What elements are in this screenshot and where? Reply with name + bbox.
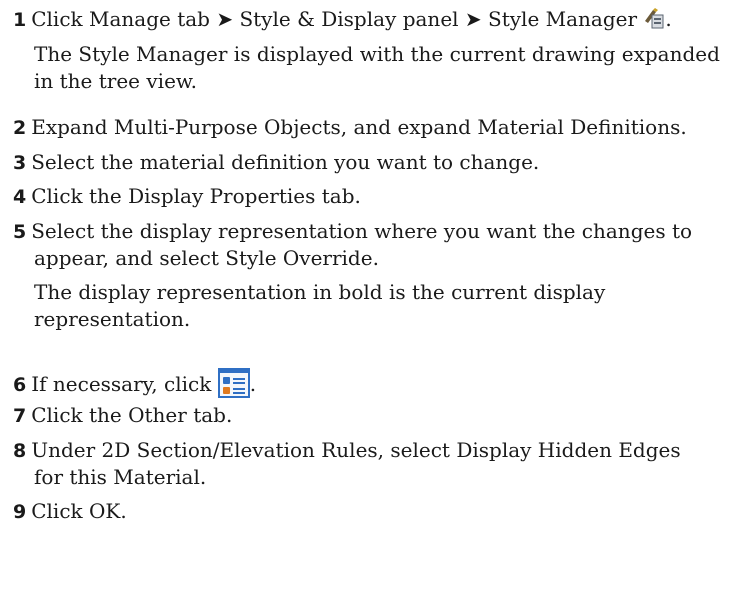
step-3: 3 Select the material definition you want…: [13, 150, 539, 175]
step-8-text-line-2: for this Material.: [34, 465, 207, 489]
step-7: 7 Click the Other tab.: [13, 403, 232, 428]
step-5-note-line-2: representation.: [34, 307, 191, 331]
step-9: 9 Click OK.: [13, 499, 127, 524]
step-text: Click the Other tab.: [31, 403, 233, 427]
step-5-note-line-1: The display representation in bold is th…: [34, 280, 606, 304]
edit-display-properties-icon: [217, 368, 250, 399]
step-text: Click OK.: [31, 499, 127, 523]
step-1-note-line-1: The Style Manager is displayed with the …: [34, 42, 720, 66]
step-2: 2 Expand Multi-Purpose Objects, and expan…: [13, 115, 687, 140]
step-1-note-line-2: in the tree view.: [34, 69, 198, 93]
step-text: If necessary, click: [31, 372, 212, 396]
step-number: 1: [13, 9, 27, 31]
step-number: 6: [13, 374, 27, 396]
step-4: 4 Click the Display Properties tab.: [13, 184, 361, 209]
step-number: 7: [13, 405, 27, 427]
step-number: 9: [13, 501, 27, 523]
step-text-line-1: Under 2D Section/Elevation Rules, select…: [31, 438, 681, 462]
step-text: Select the material definition you want …: [31, 150, 540, 174]
step-5: 5 Select the display representation where…: [13, 219, 692, 244]
step-number: 4: [13, 186, 27, 208]
step-text: Click Manage tab ➤ Style & Display panel…: [31, 7, 638, 31]
step-8: 8 Under 2D Section/Elevation Rules, selec…: [13, 438, 681, 463]
step-text-line-1: Select the display representation where …: [31, 219, 693, 243]
step-number: 2: [13, 117, 27, 139]
step-number: 3: [13, 152, 27, 174]
step-text: Expand Multi-Purpose Objects, and expand…: [31, 115, 687, 139]
step-number: 8: [13, 440, 27, 462]
procedure-steps: 1 Click Manage tab ➤ Style & Display pane…: [0, 0, 755, 592]
step-number: 5: [13, 221, 27, 243]
step-text-end: .: [665, 7, 672, 31]
step-6: 6 If necessary, click .: [13, 368, 256, 399]
step-5-text-line-2: appear, and select Style Override.: [34, 246, 379, 270]
step-text-end: .: [249, 372, 257, 396]
step-1: 1 Click Manage tab ➤ Style & Display pane…: [13, 7, 672, 34]
step-text: Click the Display Properties tab.: [31, 184, 361, 208]
style-manager-icon: [643, 7, 665, 34]
